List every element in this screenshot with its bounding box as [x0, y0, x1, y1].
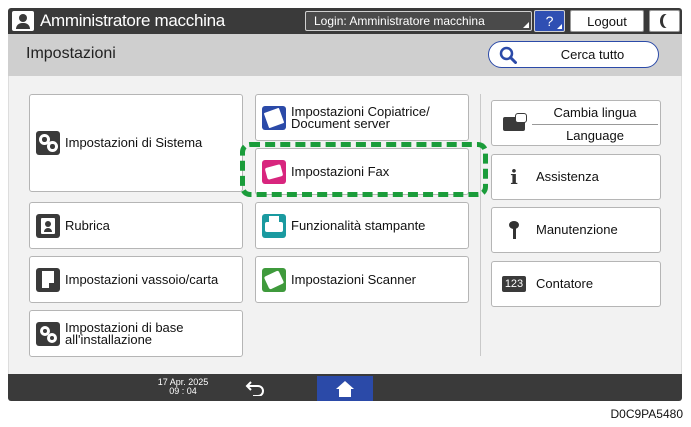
copier-line2: Document server	[291, 115, 390, 131]
system-settings-label: Impostazioni di Sistema	[65, 135, 203, 150]
tray-paper-settings-label: Impostazioni vassoio/carta	[65, 271, 219, 287]
basic-installation-line2: all'installazione	[65, 331, 153, 347]
column-divider	[480, 94, 481, 356]
login-status[interactable]: Login: Amministratore macchina	[305, 11, 532, 31]
search-all-label: Cerca tutto	[560, 47, 625, 62]
paper-tray-icon	[36, 267, 60, 292]
top-bar: Amministratore macchina Login: Amministr…	[8, 8, 682, 34]
assistance-tile[interactable]: i Assistenza	[491, 154, 661, 200]
installation-settings-icon	[36, 321, 60, 346]
copier-icon	[262, 105, 286, 130]
copier-document-server-settings-label: Impostazioni Copiatrice/ Document server	[291, 105, 430, 131]
language-label: Language	[566, 128, 624, 143]
corner-arrow-icon	[523, 22, 529, 28]
device-panel: Amministratore macchina Login: Amministr…	[8, 8, 682, 401]
logout-button[interactable]: Logout	[570, 10, 644, 32]
printer-features-tile[interactable]: Funzionalità stampante	[255, 202, 469, 249]
printer-icon	[262, 213, 286, 238]
back-arrow-icon	[245, 380, 264, 396]
language-icon	[502, 112, 527, 136]
search-all-button[interactable]: Cerca tutto	[488, 41, 659, 68]
scanner-icon	[262, 267, 286, 292]
settings-menu: Impostazioni di Sistema Rubrica Impostaz…	[8, 76, 682, 374]
fax-icon	[262, 159, 286, 184]
language-divider	[532, 124, 658, 125]
bottom-bar: 17 Apr. 2025 09 : 04	[8, 374, 682, 401]
assistance-label: Assistenza	[536, 169, 599, 184]
printer-features-label: Funzionalità stampante	[291, 217, 426, 233]
fax-settings-label: Impostazioni Fax	[291, 163, 390, 179]
admin-title-text: Amministratore macchina	[40, 11, 225, 30]
address-book-icon	[36, 213, 60, 238]
page-header: Impostazioni Cerca tutto	[8, 34, 682, 76]
figure-code: D0C9PA5480	[610, 407, 684, 421]
time-text: 09 : 04	[169, 386, 197, 396]
page-title: Impostazioni	[26, 45, 116, 62]
logout-label: Logout	[587, 13, 627, 29]
scanner-settings-tile[interactable]: Impostazioni Scanner	[255, 256, 469, 303]
energy-saver-button[interactable]	[649, 10, 680, 32]
maintenance-tile[interactable]: Manutenzione	[491, 207, 661, 253]
gears-icon	[36, 131, 60, 155]
date-time: 17 Apr. 2025 09 : 04	[153, 378, 213, 396]
basic-installation-settings-tile[interactable]: Impostazioni di base all'installazione	[29, 310, 243, 357]
home-icon	[336, 380, 354, 397]
info-icon: i	[510, 165, 518, 189]
address-book-label: Rubrica	[65, 217, 110, 233]
counter-label: Contatore	[536, 276, 594, 291]
counter-icon: 123	[502, 272, 526, 296]
system-settings-tile[interactable]: Impostazioni di Sistema	[29, 94, 243, 192]
counter-tile[interactable]: 123 Contatore	[491, 261, 661, 307]
maintenance-label: Manutenzione	[536, 222, 618, 237]
login-status-text: Login: Amministratore macchina	[314, 14, 485, 28]
home-button[interactable]	[317, 376, 373, 401]
help-label: ?	[545, 13, 554, 29]
fax-settings-tile[interactable]: Impostazioni Fax	[255, 148, 469, 195]
help-button[interactable]: ?	[534, 10, 565, 32]
user-icon	[12, 11, 34, 31]
scanner-settings-label: Impostazioni Scanner	[291, 271, 417, 287]
basic-installation-settings-label: Impostazioni di base all'installazione	[65, 321, 184, 347]
change-language-label: Cambia lingua	[553, 105, 637, 120]
admin-title: Amministratore macchina	[12, 10, 225, 32]
moon-icon	[663, 14, 673, 28]
copier-document-server-settings-tile[interactable]: Impostazioni Copiatrice/ Document server	[255, 94, 469, 141]
back-button[interactable]	[240, 377, 270, 398]
address-book-tile[interactable]: Rubrica	[29, 202, 243, 249]
wrench-icon	[502, 218, 526, 242]
tray-paper-settings-tile[interactable]: Impostazioni vassoio/carta	[29, 256, 243, 303]
change-language-tile[interactable]: Cambia lingua Language	[491, 100, 661, 146]
corner-arrow-icon	[557, 24, 562, 29]
